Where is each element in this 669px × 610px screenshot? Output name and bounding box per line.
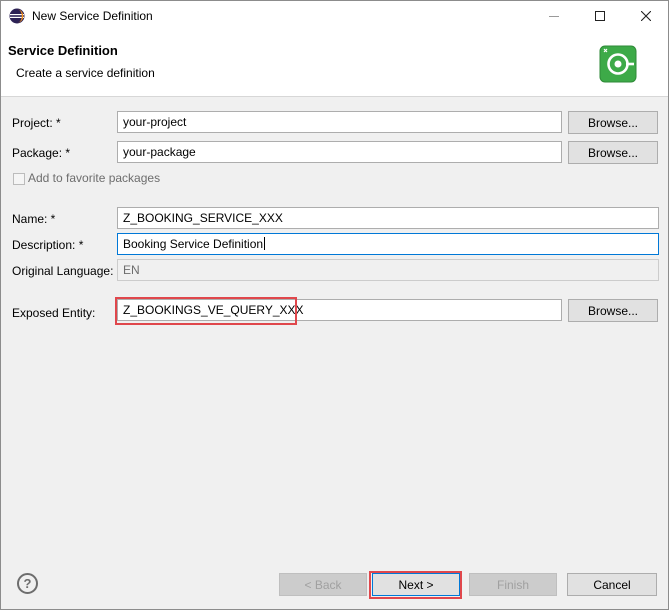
entity-input[interactable]: Z_BOOKINGS_VE_QUERY_XXX	[117, 299, 562, 321]
entity-browse-button[interactable]: Browse...	[568, 299, 658, 322]
maximize-button[interactable]	[578, 1, 622, 31]
description-label: Description: *	[12, 238, 84, 252]
text-caret	[264, 237, 266, 250]
project-browse-button[interactable]: Browse...	[568, 111, 658, 134]
maximize-icon	[595, 11, 605, 21]
name-input[interactable]: Z_BOOKING_SERVICE_XXX	[117, 207, 659, 229]
language-label: Original Language:	[12, 264, 114, 278]
finish-button[interactable]: Finish	[469, 573, 557, 596]
entity-label: Exposed Entity:	[12, 306, 96, 320]
minimize-icon	[549, 16, 559, 17]
description-value: Booking Service Definition	[123, 237, 264, 251]
package-browse-button[interactable]: Browse...	[568, 141, 658, 164]
description-input[interactable]: Booking Service Definition	[117, 233, 659, 255]
favorite-checkbox[interactable]	[13, 173, 25, 185]
eclipse-icon	[9, 8, 25, 24]
package-input[interactable]: your-package	[117, 141, 562, 163]
language-input: EN	[117, 259, 659, 281]
window-title: New Service Definition	[32, 9, 153, 23]
wizard-banner: Service Definition Create a service defi…	[1, 31, 668, 97]
project-label: Project: *	[12, 116, 61, 130]
close-button[interactable]	[624, 1, 668, 31]
banner-title: Service Definition	[8, 43, 118, 58]
back-button[interactable]: < Back	[279, 573, 367, 596]
project-input[interactable]: your-project	[117, 111, 562, 133]
name-label: Name: *	[12, 212, 56, 226]
package-label: Package: *	[12, 146, 71, 160]
service-definition-icon	[599, 45, 637, 83]
favorite-label: Add to favorite packages	[28, 171, 161, 185]
title-bar: New Service Definition	[1, 1, 668, 31]
banner-description: Create a service definition	[16, 66, 155, 80]
close-icon	[641, 11, 651, 21]
dialog-window: New Service Definition Service Definitio…	[0, 0, 669, 610]
next-button[interactable]: Next >	[372, 573, 460, 596]
help-icon[interactable]: ?	[17, 573, 38, 594]
cancel-button[interactable]: Cancel	[567, 573, 657, 596]
minimize-button[interactable]	[532, 1, 576, 31]
